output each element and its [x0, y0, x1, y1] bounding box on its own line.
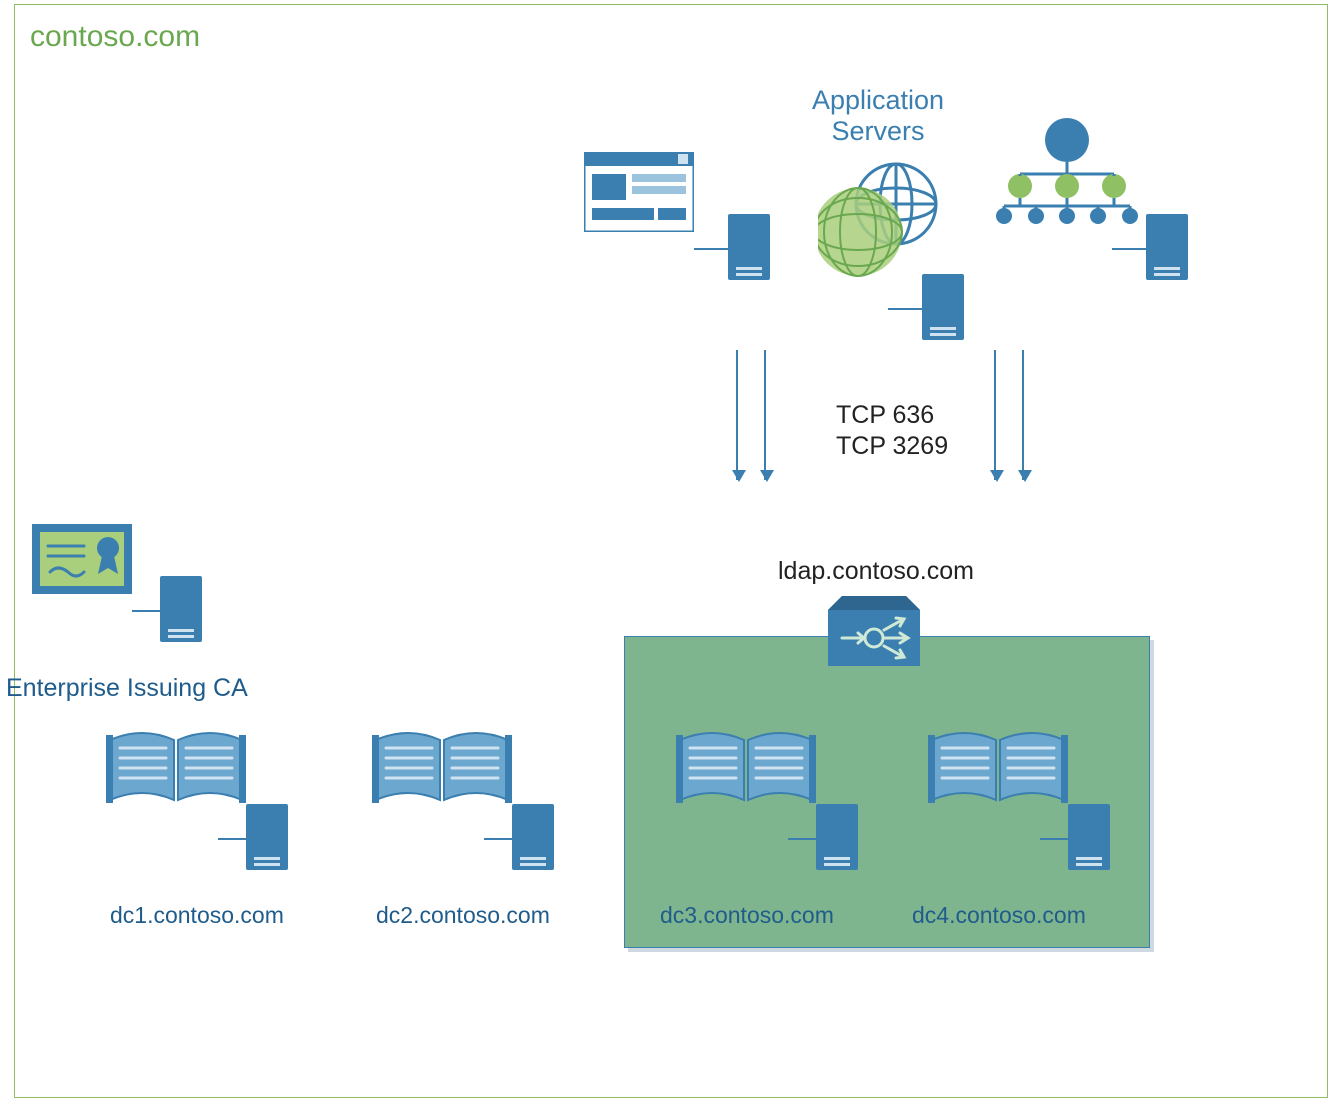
ca-label: Enterprise Issuing CA: [6, 674, 248, 703]
dc2-label: dc2.contoso.com: [376, 902, 550, 929]
connector: [788, 838, 818, 840]
domain-title: contoso.com: [30, 20, 200, 54]
org-chart-icon: [992, 118, 1142, 228]
port-line-1: TCP 636: [836, 400, 948, 431]
app-window-icon: [584, 152, 694, 232]
server-icon: [816, 804, 858, 870]
dc3-label: dc3.contoso.com: [660, 902, 834, 929]
arrow-down-icon: [764, 350, 766, 480]
dc1-label: dc1.contoso.com: [110, 902, 284, 929]
application-servers-label: Application Servers: [768, 85, 988, 147]
port-line-2: TCP 3269: [836, 431, 948, 462]
application-servers-text: Application Servers: [812, 85, 944, 146]
domain-controller-icon: [372, 726, 512, 806]
server-icon: [512, 804, 554, 870]
ports-label: TCP 636 TCP 3269: [836, 400, 948, 463]
connector: [694, 248, 730, 250]
server-icon: [922, 274, 964, 340]
server-icon: [1068, 804, 1110, 870]
domain-controller-icon: [106, 726, 246, 806]
globe-icon: [818, 162, 938, 282]
connector: [1112, 248, 1148, 250]
dc4-label: dc4.contoso.com: [912, 902, 1086, 929]
diagram-canvas: contoso.com Application Servers: [0, 0, 1344, 1106]
load-balancer-icon: [828, 596, 920, 666]
connector: [132, 610, 162, 612]
arrow-down-icon: [736, 350, 738, 480]
ldap-hostname: ldap.contoso.com: [778, 557, 974, 586]
connector: [484, 838, 514, 840]
domain-controller-icon: [928, 726, 1068, 806]
certificate-icon: [32, 524, 132, 594]
connector: [888, 308, 924, 310]
connector: [218, 838, 248, 840]
server-icon: [728, 214, 770, 280]
domain-controller-icon: [676, 726, 816, 806]
arrow-down-icon: [994, 350, 996, 480]
arrow-down-icon: [1022, 350, 1024, 480]
server-icon: [1146, 214, 1188, 280]
server-icon: [246, 804, 288, 870]
connector: [1040, 838, 1070, 840]
server-icon: [160, 576, 202, 642]
